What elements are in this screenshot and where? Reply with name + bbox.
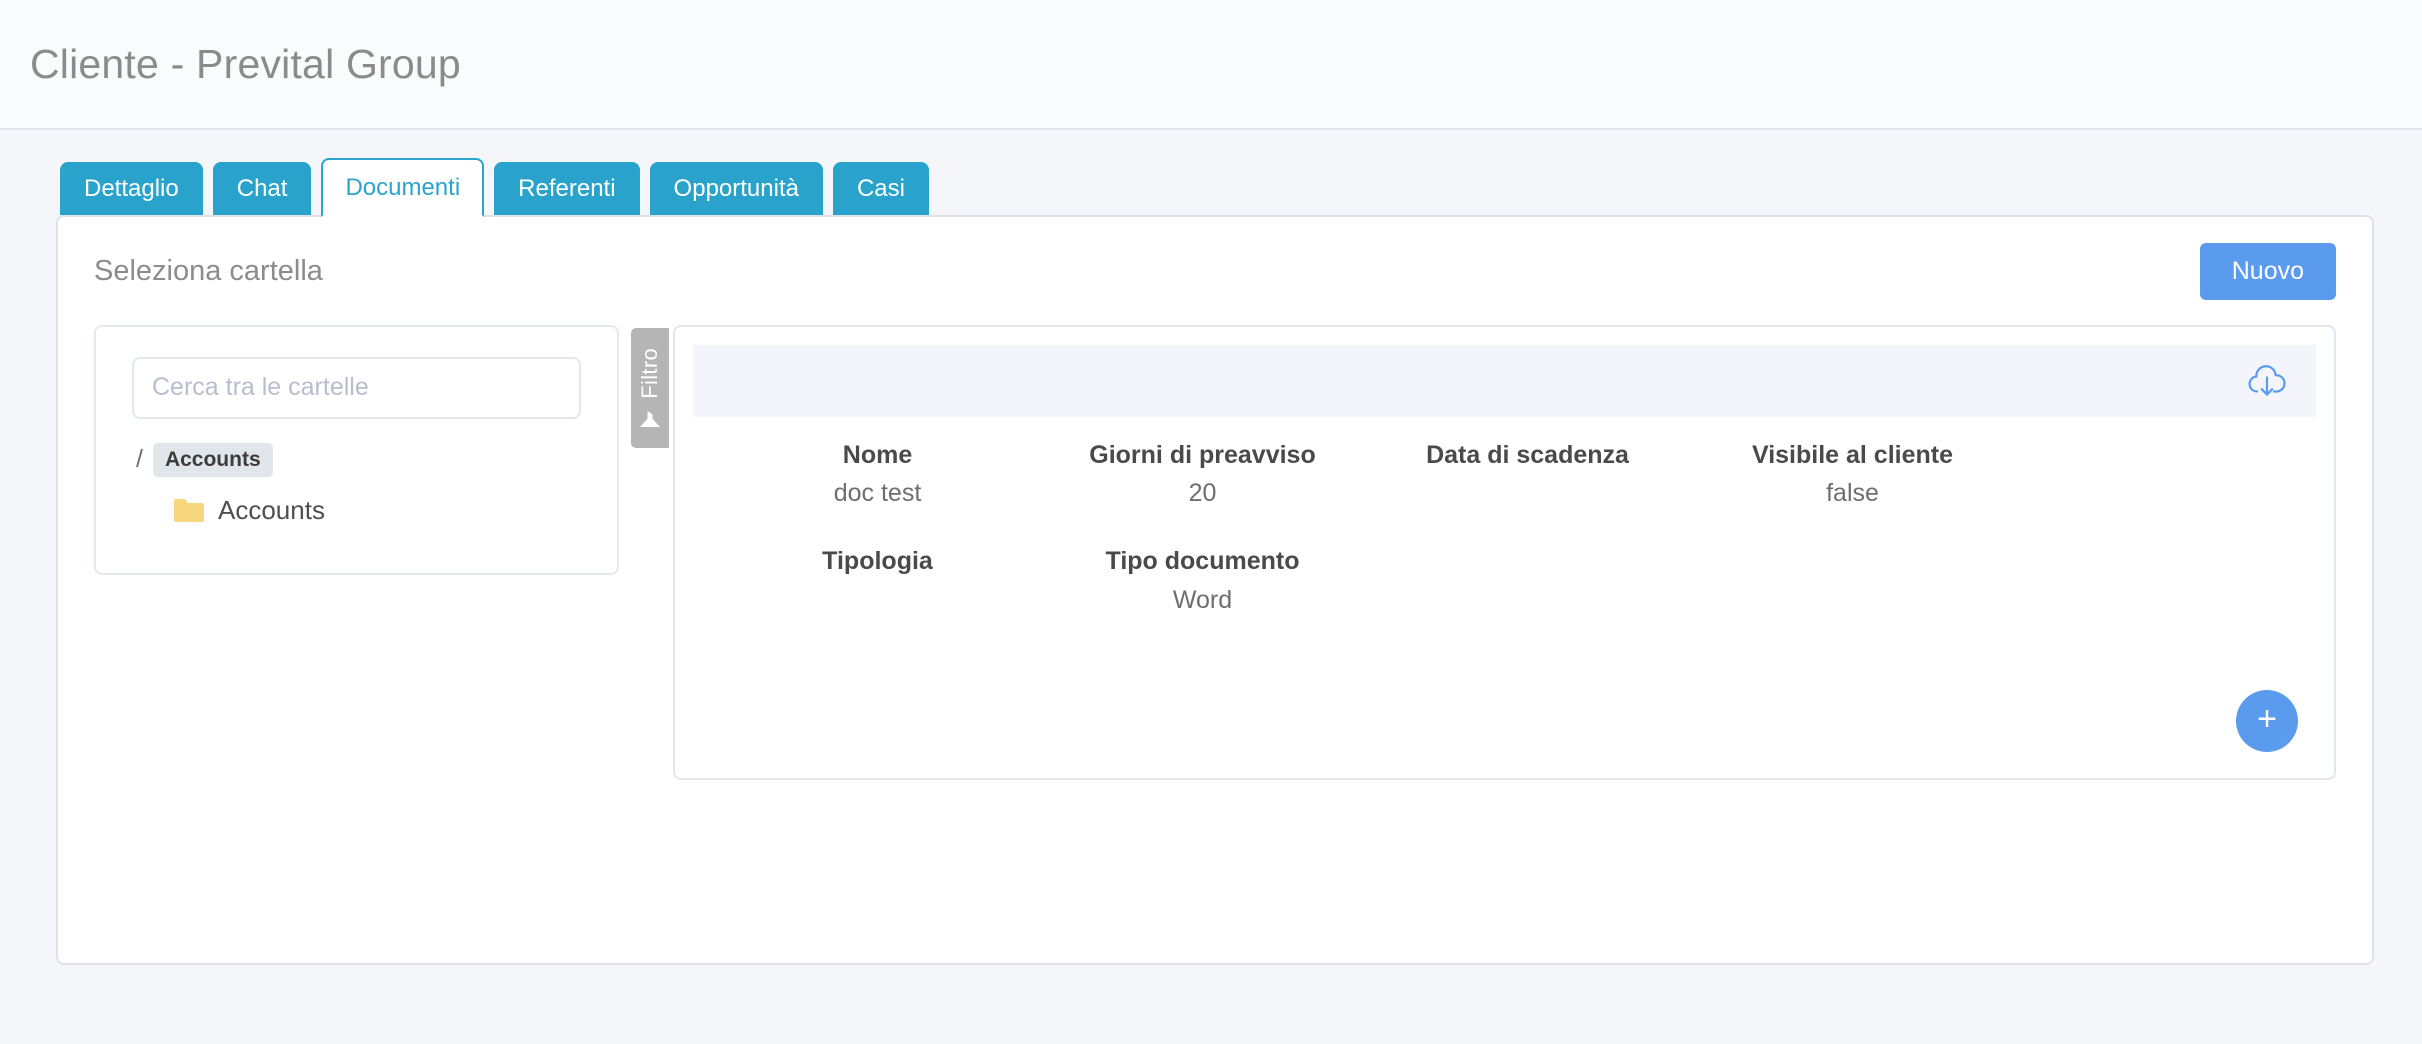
document-field-grid: Nome doc test Giorni di preavviso 20 Dat… <box>675 417 2055 617</box>
folder-list-item-accounts[interactable]: Accounts <box>132 495 581 526</box>
field-value <box>1365 557 1690 587</box>
field-value <box>715 586 1040 616</box>
field-value: doc test <box>833 479 922 508</box>
field-label: Nome <box>842 440 913 469</box>
field-visibile-al-cliente: Visibile al cliente false <box>1690 441 2015 510</box>
field-value <box>1365 479 1690 509</box>
documents-card: Seleziona cartella Nuovo / Accounts Acco… <box>56 214 2374 965</box>
tab-casi[interactable]: Casi <box>832 162 929 215</box>
new-button[interactable]: Nuovo <box>2199 242 2336 300</box>
breadcrumb-item-accounts[interactable]: Accounts <box>152 442 273 477</box>
documents-panel: Nome doc test Giorni di preavviso 20 Dat… <box>673 324 2336 780</box>
field-label: Visibile al cliente <box>1751 440 1954 469</box>
breadcrumb-separator: / <box>136 445 143 474</box>
tab-referenti[interactable]: Referenti <box>494 162 640 215</box>
field-label: Tipologia <box>822 547 933 576</box>
field-giorni-di-preavviso: Giorni di preavviso 20 <box>1040 441 1365 510</box>
field-tipo-documento: Tipo documento Word <box>1040 547 1365 616</box>
tab-opportunita[interactable]: Opportunità <box>649 162 823 215</box>
field-empty-1 <box>1365 547 1690 616</box>
page-title: Cliente - Prevital Group <box>30 40 461 87</box>
documents-toolbar <box>693 344 2316 417</box>
section-title: Seleziona cartella <box>94 254 323 287</box>
page-header: Cliente - Prevital Group <box>0 0 2422 130</box>
card-body: / Accounts Accounts Filtro <box>58 300 2372 780</box>
field-value <box>1690 557 2015 587</box>
field-data-di-scadenza: Data di scadenza <box>1365 441 1690 510</box>
tab-bar: Dettaglio Chat Documenti Referenti Oppor… <box>0 130 2422 217</box>
tab-documenti[interactable]: Documenti <box>321 158 485 217</box>
field-tipologia: Tipologia <box>715 547 1040 616</box>
filter-tab[interactable]: Filtro <box>631 327 669 448</box>
field-label: Tipo documento <box>1105 547 1300 576</box>
breadcrumb: / Accounts <box>132 442 581 477</box>
tab-chat[interactable]: Chat <box>212 162 312 215</box>
folder-picker-panel: / Accounts Accounts <box>94 324 619 575</box>
field-label: Giorni di preavviso <box>1089 440 1316 469</box>
field-value: 20 <box>1188 479 1217 508</box>
folder-search-input[interactable] <box>132 356 581 419</box>
tab-dettaglio[interactable]: Dettaglio <box>60 162 203 215</box>
cloud-download-icon[interactable] <box>2246 364 2288 398</box>
folder-icon <box>174 498 204 523</box>
field-empty-2 <box>1690 547 2015 616</box>
field-value: Word <box>1172 586 1233 615</box>
field-nome: Nome doc test <box>715 441 1040 510</box>
folder-item-label: Accounts <box>218 494 325 525</box>
filter-tab-label: Filtro <box>637 348 662 399</box>
funnel-icon <box>640 406 660 427</box>
field-label: Data di scadenza <box>1426 440 1629 469</box>
add-document-button[interactable]: + <box>2236 689 2298 752</box>
field-value: false <box>1826 479 1879 508</box>
card-header: Seleziona cartella Nuovo <box>58 217 2372 300</box>
